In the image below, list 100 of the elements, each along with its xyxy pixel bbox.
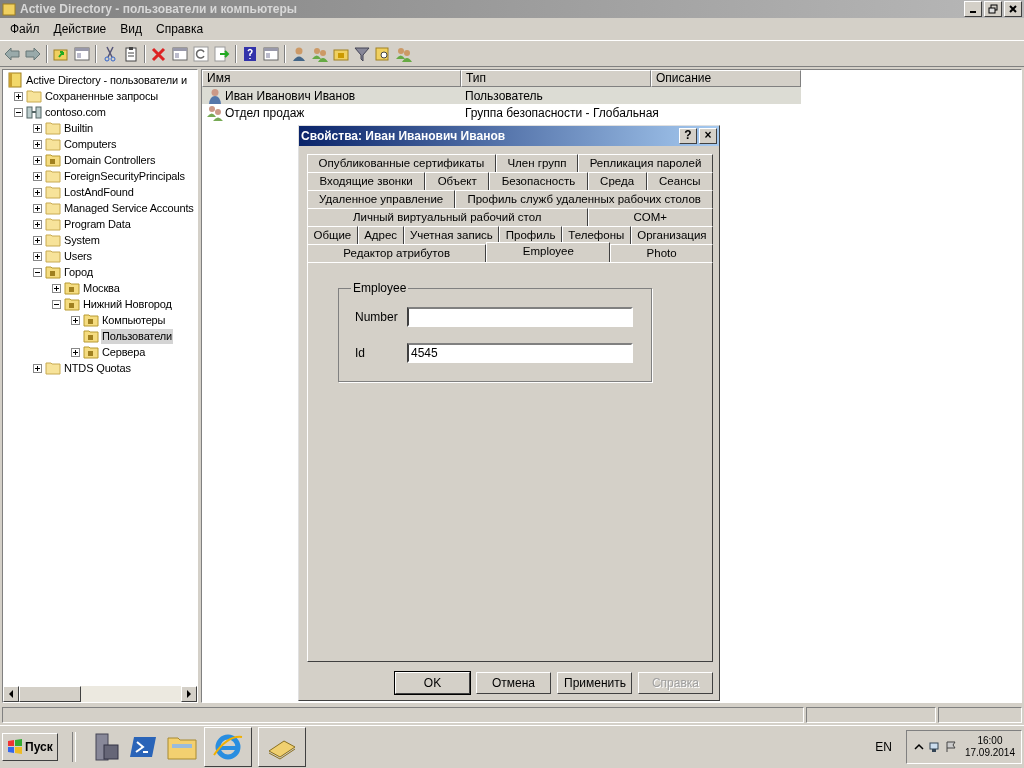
expand-icon[interactable] xyxy=(33,219,42,229)
flag-icon[interactable] xyxy=(944,741,957,753)
tree-item[interactable]: contoso.com xyxy=(44,104,107,120)
tree-item[interactable]: Computers xyxy=(63,136,118,152)
tab[interactable]: Член групп xyxy=(495,154,579,172)
expand-icon[interactable] xyxy=(71,315,80,325)
horizontal-scrollbar[interactable] xyxy=(3,686,197,702)
tab[interactable]: COM+ xyxy=(587,208,713,226)
language-indicator[interactable]: EN xyxy=(867,740,900,754)
close-button[interactable] xyxy=(1004,1,1022,17)
text-field[interactable] xyxy=(407,307,633,327)
properties-icon[interactable] xyxy=(172,45,188,62)
minimize-button[interactable] xyxy=(964,1,982,17)
browser-button[interactable] xyxy=(203,727,252,767)
tab[interactable]: Employee xyxy=(486,242,611,262)
expand-icon[interactable] xyxy=(33,363,42,373)
left-arrow-icon[interactable] xyxy=(7,690,15,698)
cut-icon[interactable] xyxy=(102,45,118,62)
menu-item[interactable]: Вид xyxy=(113,22,149,36)
expand-icon[interactable] xyxy=(33,235,42,245)
refresh-icon[interactable] xyxy=(193,45,209,62)
console-tree-icon[interactable] xyxy=(74,45,90,62)
expand-icon[interactable] xyxy=(33,203,42,213)
tab[interactable]: Личный виртуальный рабочий стол xyxy=(307,208,588,226)
start-button[interactable]: Пуск xyxy=(2,733,58,761)
tree-item[interactable]: Пользователи xyxy=(101,328,173,344)
expand-icon[interactable] xyxy=(33,155,42,165)
tree-item[interactable]: Builtin xyxy=(63,120,94,136)
forward-arrow-icon[interactable] xyxy=(25,45,41,62)
column-header[interactable]: Имя xyxy=(202,70,461,87)
tree-item[interactable]: Сервера xyxy=(101,344,147,360)
close-button[interactable]: × xyxy=(699,128,717,144)
tab[interactable]: Входящие звонки xyxy=(307,172,426,190)
notebook-button[interactable] xyxy=(257,727,306,767)
four-squares-icon xyxy=(7,739,23,755)
tab[interactable]: Редактор атрибутов xyxy=(307,244,487,262)
find-icon[interactable] xyxy=(375,45,391,62)
tab[interactable]: Адрес xyxy=(357,226,404,244)
expand-icon[interactable] xyxy=(33,251,42,261)
user-icon[interactable] xyxy=(291,45,307,62)
dialog-button[interactable]: Отмена xyxy=(476,672,551,694)
tab[interactable]: Организация xyxy=(630,226,713,244)
expand-icon[interactable] xyxy=(71,347,80,357)
tab[interactable]: Среда xyxy=(587,172,647,190)
minimize-icon xyxy=(970,11,976,13)
collapse-icon[interactable] xyxy=(33,267,42,277)
tree-item[interactable]: LostAndFound xyxy=(63,184,135,200)
tab[interactable]: Опубликованные сертификаты xyxy=(307,154,496,172)
expand-icon[interactable] xyxy=(33,171,42,181)
tree-item[interactable]: Program Data xyxy=(63,216,132,232)
tree-item[interactable]: Компьютеры xyxy=(101,312,167,328)
tree-item[interactable]: Город xyxy=(63,264,94,280)
column-header[interactable]: Тип xyxy=(461,70,651,87)
tab[interactable]: Безопасность xyxy=(489,172,588,190)
dialog-button[interactable]: OK xyxy=(395,672,470,694)
expand-icon[interactable] xyxy=(52,283,61,293)
tab[interactable]: Общие xyxy=(307,226,358,244)
tree-item[interactable]: Users xyxy=(63,248,93,264)
menu-item[interactable]: Действие xyxy=(46,22,114,36)
menu-item[interactable]: Файл xyxy=(3,22,47,36)
expand-icon[interactable] xyxy=(33,123,42,133)
tree-item[interactable]: Managed Service Accounts xyxy=(63,200,195,216)
text-field[interactable]: 4545 xyxy=(407,343,633,363)
help-button[interactable]: ? xyxy=(679,128,697,144)
list-row[interactable]: Отдел продаж Группа безопасности - Глобальная xyxy=(202,104,801,121)
column-header[interactable]: Описание xyxy=(651,70,801,87)
tab[interactable]: Репликация паролей xyxy=(578,154,713,172)
tree-item[interactable]: Сохраненные запросы xyxy=(44,88,159,104)
tab[interactable]: Сеансы xyxy=(646,172,713,190)
tree-item[interactable]: ForeignSecurityPrincipals xyxy=(63,168,186,184)
restore-button[interactable] xyxy=(984,1,1002,17)
back-arrow-icon[interactable] xyxy=(4,45,20,62)
tree-item[interactable]: NTDS Quotas xyxy=(63,360,132,376)
panel-icon[interactable] xyxy=(263,45,279,62)
organizational-unit-icon xyxy=(64,280,80,296)
expand-icon[interactable] xyxy=(33,139,42,149)
menu-item[interactable]: Справка xyxy=(149,22,211,36)
tree-item[interactable]: System xyxy=(63,232,101,248)
tree-item[interactable]: Москва xyxy=(82,280,121,296)
collapse-icon[interactable] xyxy=(14,107,23,117)
domain-icon xyxy=(26,104,42,120)
tab[interactable]: Удаленное управление xyxy=(307,190,456,208)
tab[interactable]: Photo xyxy=(610,244,713,262)
network-icon[interactable] xyxy=(928,741,941,753)
clipboard-icon[interactable] xyxy=(123,45,139,62)
filter-icon[interactable] xyxy=(354,45,370,62)
expand-icon[interactable] xyxy=(14,91,23,101)
delete-icon[interactable] xyxy=(151,45,167,62)
tree-item[interactable]: Active Directory - пользователи и xyxy=(25,72,188,88)
tab[interactable]: Объект xyxy=(425,172,490,190)
tree-item[interactable]: Domain Controllers xyxy=(63,152,157,168)
list-row[interactable]: Иван Иванович Иванов Пользователь xyxy=(202,87,801,104)
tree-item[interactable]: Нижний Новгород xyxy=(82,296,173,312)
expand-icon[interactable] xyxy=(33,187,42,197)
collapse-icon[interactable] xyxy=(52,299,61,309)
dialog-button[interactable]: Применить xyxy=(557,672,632,694)
help-icon[interactable] xyxy=(242,45,258,62)
tab[interactable]: Профиль служб удаленных рабочих столов xyxy=(455,190,713,208)
export-icon[interactable] xyxy=(214,45,230,62)
right-arrow-icon[interactable] xyxy=(185,690,193,698)
